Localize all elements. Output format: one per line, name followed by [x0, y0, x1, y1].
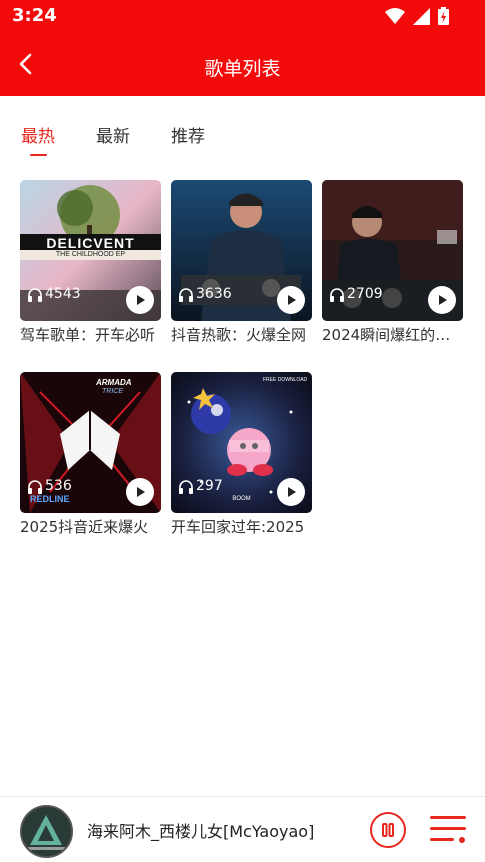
- play-count: 536: [27, 478, 72, 494]
- player-album-art[interactable]: [20, 805, 73, 858]
- headphones-icon: [28, 287, 42, 302]
- play-count-value: 4543: [45, 286, 81, 302]
- play-count: 297: [178, 478, 223, 494]
- play-count: 4543: [27, 286, 81, 302]
- status-icons: [385, 7, 449, 25]
- playlist-cover: 3636: [171, 180, 312, 321]
- play-icon: [288, 295, 296, 305]
- tab-latest[interactable]: 最新: [96, 122, 130, 147]
- playlist-card[interactable]: FREE DOWNLOAD BOOM 297 开车回家过年:2025: [171, 372, 312, 536]
- play-button[interactable]: [126, 478, 154, 506]
- status-bar: 3:24: [0, 0, 485, 32]
- headphones-icon: [330, 287, 344, 302]
- playlist-title: 开车回家过年:2025: [171, 518, 305, 536]
- playlist-title: 2025抖音近来爆火: [20, 518, 149, 536]
- playlist-card[interactable]: ARMADA TRICE REDLINE 536 2025抖音近来爆火: [20, 372, 161, 536]
- playlist-title: 2024瞬间爆红的神曲: [322, 326, 463, 344]
- headphones-icon: [28, 479, 42, 494]
- signal-icon: [413, 7, 430, 25]
- playlist-button[interactable]: [430, 812, 468, 848]
- play-icon: [288, 487, 296, 497]
- wifi-icon: [385, 8, 405, 24]
- play-icon: [137, 295, 145, 305]
- play-icon: [137, 487, 145, 497]
- play-button[interactable]: [277, 478, 305, 506]
- play-button[interactable]: [277, 286, 305, 314]
- pause-button[interactable]: [370, 812, 406, 848]
- playlist-card[interactable]: 2709 2024瞬间爆红的神曲: [322, 180, 463, 344]
- tab-recommended[interactable]: 推荐: [171, 122, 205, 147]
- album-art: [22, 807, 71, 856]
- playlist-cover: DELICVENT THE CHILDHOOD EP 4543: [20, 180, 161, 321]
- playlist-cover: FREE DOWNLOAD BOOM 297: [171, 372, 312, 513]
- cover-footer: REDLINE: [30, 494, 70, 504]
- play-count-value: 3636: [196, 286, 232, 302]
- playlist-title: 抖音热歌：火爆全网: [171, 326, 307, 344]
- tab-hot[interactable]: 最热: [21, 122, 55, 147]
- app-bar: 歌单列表: [0, 32, 485, 96]
- battery-icon: [438, 7, 449, 25]
- player-track-title: 海来阿木_西楼儿女[McYaoyao]: [87, 822, 315, 841]
- play-button[interactable]: [126, 286, 154, 314]
- mini-player: 海来阿木_西楼儿女[McYaoyao]: [0, 796, 485, 862]
- play-count-value: 297: [196, 478, 223, 494]
- playlist-title: 驾车歌单：开车必听: [20, 326, 156, 344]
- tab-indicator: [30, 154, 47, 156]
- play-count-value: 536: [45, 478, 72, 494]
- page-title: 歌单列表: [204, 58, 281, 80]
- status-time: 3:24: [12, 5, 57, 26]
- playlist-cover: 2709: [322, 180, 463, 321]
- cover-text: FREE DOWNLOAD: [263, 377, 308, 383]
- headphones-icon: [179, 479, 193, 494]
- play-count: 3636: [178, 286, 232, 302]
- play-button[interactable]: [428, 286, 456, 314]
- playlist-cover: ARMADA TRICE REDLINE 536: [20, 372, 161, 513]
- play-count-value: 2709: [347, 286, 383, 302]
- playlist-card[interactable]: 3636 抖音热歌：火爆全网: [171, 180, 312, 344]
- playlist-icon: [430, 816, 466, 843]
- cover-subtext: THE CHILDHOOD EP: [55, 251, 126, 258]
- cover-subtext: TRICE: [102, 388, 123, 395]
- cover-text: ARMADA: [96, 378, 132, 387]
- play-icon: [439, 295, 447, 305]
- cover-text: DELICVENT: [46, 235, 135, 251]
- tab-bar: 最热 最新 推荐: [0, 96, 485, 166]
- playlist-card[interactable]: DELICVENT THE CHILDHOOD EP 4543 驾车歌单：开车必…: [20, 180, 161, 344]
- play-count: 2709: [329, 286, 383, 302]
- headphones-icon: [179, 287, 193, 302]
- pause-icon: [382, 823, 394, 837]
